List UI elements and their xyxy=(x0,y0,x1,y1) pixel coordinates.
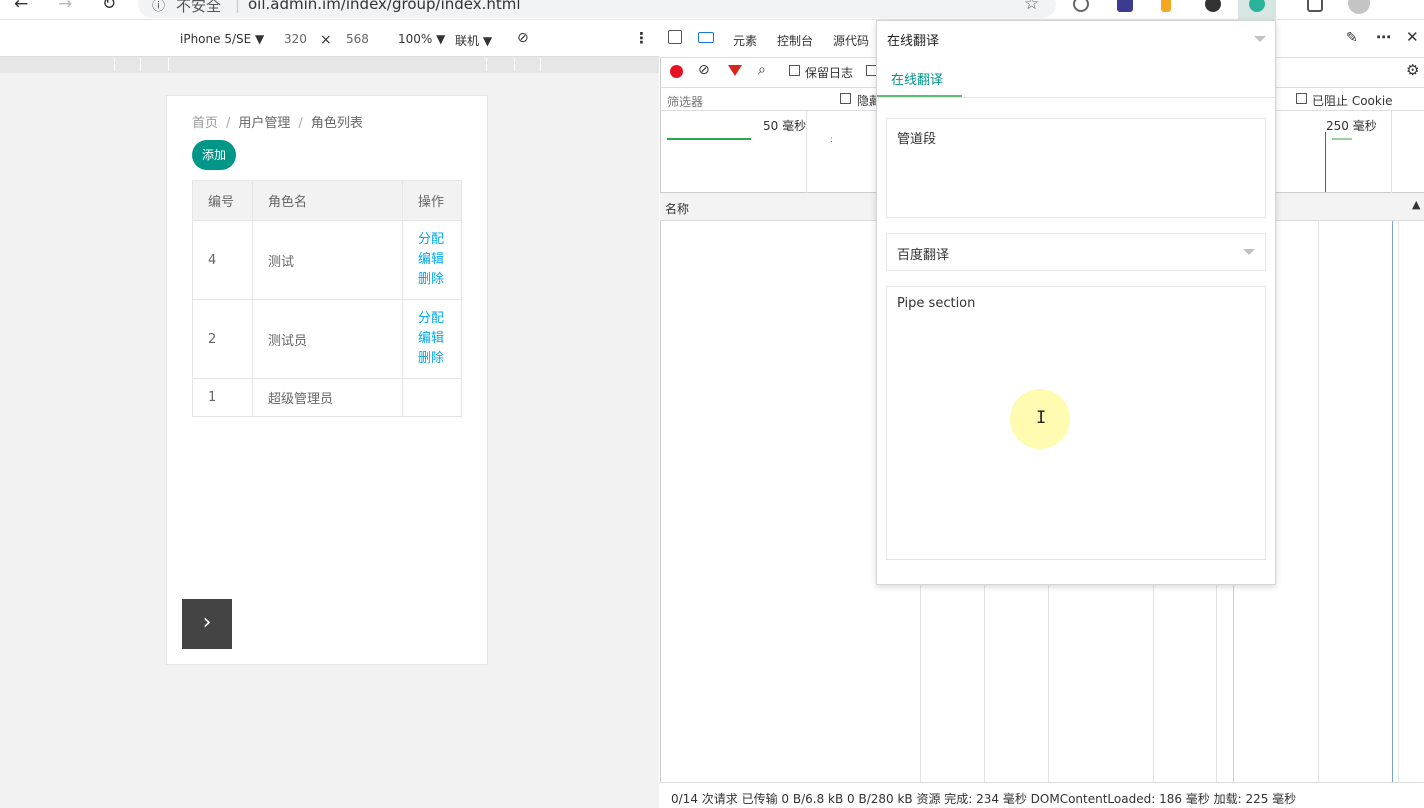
timeline-tick: 250 毫秒 xyxy=(1326,119,1377,133)
timeline-tick: 50 毫秒 xyxy=(763,119,807,133)
url-divider: | xyxy=(235,0,241,13)
text-cursor-icon: I xyxy=(1036,408,1047,428)
column-header-name: 角色名 xyxy=(252,180,403,221)
timeline-bar xyxy=(667,138,751,140)
cell-id: 1 xyxy=(192,378,253,417)
edit-link[interactable]: 编辑 xyxy=(418,250,446,270)
timeline-bar xyxy=(1332,138,1352,140)
more-icon[interactable]: ⋯ xyxy=(1376,28,1391,46)
cell-name: 测试员 xyxy=(252,299,403,379)
throttle-select[interactable]: 联机 ▼ xyxy=(455,32,492,49)
search-icon[interactable]: ⌕ xyxy=(758,62,766,78)
cell-actions xyxy=(402,378,462,417)
dom-loaded-line xyxy=(1392,221,1393,782)
more-options-icon[interactable]: ⋮ xyxy=(634,29,649,47)
breadcrumb-roles: 角色列表 xyxy=(310,116,363,131)
roles-table: 编号 角色名 操作 4 测试 分配 编辑 删除 2 测试员 分配 编辑 删除 1… xyxy=(192,180,462,417)
blocked-cookies-label: 已阻止 Cookie xyxy=(1312,94,1393,108)
inspect-icon[interactable] xyxy=(668,30,682,44)
info-icon[interactable]: ⓘ xyxy=(152,0,165,14)
load-line xyxy=(1325,132,1326,192)
security-warning: 不安全 xyxy=(176,0,222,15)
engine-select[interactable]: 百度翻译 xyxy=(886,233,1266,271)
network-summary: 0/14 次请求 已传输 0 B/6.8 kB 0 B/280 kB 资源 完成… xyxy=(660,782,1424,808)
chevron-down-icon[interactable] xyxy=(1243,249,1255,255)
forward-icon[interactable]: → xyxy=(58,0,72,14)
width-input[interactable]: 320 xyxy=(284,32,307,46)
url-text[interactable]: oil.admin.im/index/group/index.html xyxy=(248,0,521,13)
breadcrumb-home[interactable]: 首页 xyxy=(192,116,218,131)
cell-actions: 分配 编辑 删除 xyxy=(402,220,462,300)
extension-icon[interactable] xyxy=(1161,0,1171,12)
table-row: 4 测试 分配 编辑 删除 xyxy=(192,220,462,300)
close-icon[interactable]: ✕ xyxy=(1406,28,1419,46)
cell-name: 测试 xyxy=(252,220,403,300)
tab-online-translate[interactable]: 在线翻译 xyxy=(891,69,943,88)
grid-line xyxy=(1398,221,1399,782)
breadcrumb: 首页 / 用户管理 / 角色列表 xyxy=(192,116,363,131)
preserve-log-checkbox[interactable] xyxy=(789,65,800,76)
extension-icon[interactable] xyxy=(1205,0,1221,12)
preserve-log-label: 保留日志 xyxy=(805,66,854,80)
height-input[interactable]: 568 xyxy=(346,32,369,46)
reload-icon[interactable]: ↻ xyxy=(102,0,116,14)
timeline-divider xyxy=(1391,111,1392,193)
media-query-bar[interactable] xyxy=(0,57,659,73)
feedback-icon[interactable]: ✎ xyxy=(1346,30,1358,46)
cell-id: 4 xyxy=(192,220,253,300)
device-toolbar: iPhone 5/SE ▼ 320 × 568 100% ▼ 联机 ▼ ⊘ ⋮ xyxy=(0,20,659,57)
delete-link[interactable]: 删除 xyxy=(418,270,446,290)
collections-icon[interactable] xyxy=(1307,0,1323,12)
device-mode-icon[interactable] xyxy=(698,32,714,43)
breadcrumb-users[interactable]: 用户管理 xyxy=(238,116,290,131)
assign-link[interactable]: 分配 xyxy=(418,230,446,250)
extension-icon[interactable] xyxy=(1117,0,1133,12)
table-row: 1 超级管理员 xyxy=(192,378,462,417)
filter-input[interactable]: 筛选器 xyxy=(667,93,703,110)
times-sign: × xyxy=(320,32,332,48)
table-row: 2 测试员 分配 编辑 删除 xyxy=(192,299,462,379)
tab-sources[interactable]: 源代码 xyxy=(833,32,869,49)
popup-title[interactable]: 在线翻译 xyxy=(887,30,939,49)
assign-link[interactable]: 分配 xyxy=(418,309,446,329)
delete-link[interactable]: 删除 xyxy=(418,349,446,369)
device-select[interactable]: iPhone 5/SE ▼ xyxy=(180,32,264,46)
back-icon[interactable]: ← xyxy=(14,0,28,14)
profile-avatar[interactable] xyxy=(1348,0,1370,14)
column-header-actions: 操作 xyxy=(402,180,462,221)
record-icon[interactable] xyxy=(670,65,683,78)
filter-icon[interactable] xyxy=(728,65,742,76)
source-textarea[interactable]: 管道段 xyxy=(886,118,1266,218)
tab-divider xyxy=(877,97,1275,98)
add-button[interactable]: 添加 xyxy=(192,140,236,170)
grid-line xyxy=(1318,221,1319,782)
timeline-divider xyxy=(806,111,807,193)
blocked-cookies-checkbox[interactable] xyxy=(1296,93,1307,104)
favorite-star-icon[interactable]: ☆ xyxy=(1024,0,1039,14)
timeline-marker: : xyxy=(830,135,834,145)
next-page-button[interactable]: › xyxy=(182,599,232,649)
cell-id: 2 xyxy=(192,299,253,379)
edit-link[interactable]: 编辑 xyxy=(418,329,446,349)
cell-actions: 分配 编辑 删除 xyxy=(402,299,462,379)
rotate-icon[interactable]: ⊘ xyxy=(517,30,529,46)
tab-elements[interactable]: 元素 xyxy=(733,32,757,49)
tab-console[interactable]: 控制台 xyxy=(777,32,813,49)
column-header-id: 编号 xyxy=(192,180,253,221)
name-column-header[interactable]: 名称 xyxy=(665,200,689,217)
clear-icon[interactable]: ⊘ xyxy=(698,62,710,78)
result-textarea[interactable]: Pipe section xyxy=(886,286,1266,560)
settings-icon[interactable]: ⚙ xyxy=(1406,61,1419,79)
chevron-right-icon: › xyxy=(202,610,212,635)
zoom-select[interactable]: 100% ▼ xyxy=(398,32,445,46)
sort-up-icon[interactable]: ▲ xyxy=(1412,198,1420,211)
table-header-row: 编号 角色名 操作 xyxy=(192,180,462,221)
browser-toolbar: ← → ↻ ⓘ 不安全 | oil.admin.im/index/group/i… xyxy=(0,0,1424,20)
extension-icon[interactable] xyxy=(1073,0,1089,12)
hide-data-urls-checkbox[interactable] xyxy=(840,93,851,104)
cell-name: 超级管理员 xyxy=(252,378,403,417)
chevron-down-icon[interactable] xyxy=(1254,36,1266,42)
